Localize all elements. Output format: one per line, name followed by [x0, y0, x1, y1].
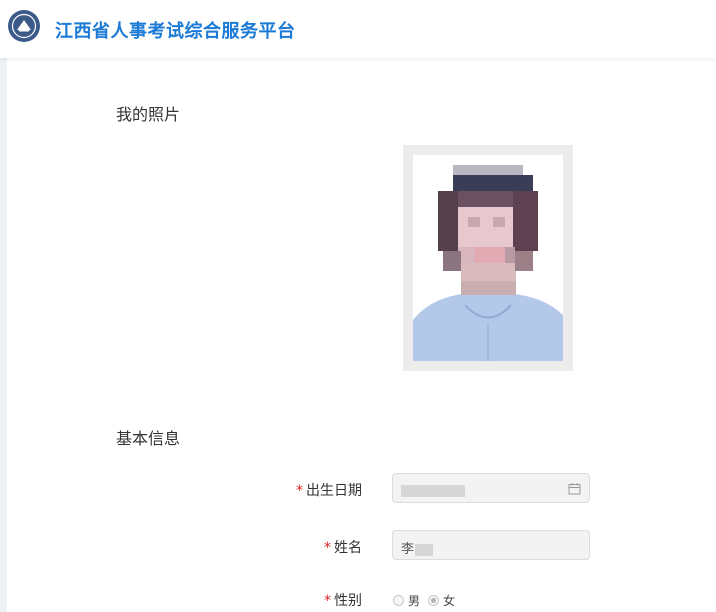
left-sidebar-strip	[0, 58, 7, 612]
gender-radio-group: 男 女	[393, 592, 463, 609]
name-value: 李	[401, 538, 434, 557]
photo-section-title: 我的照片	[116, 105, 181, 124]
basic-info-section-title: 基本信息	[116, 429, 181, 448]
redacted-block	[401, 484, 465, 497]
redacted-block	[415, 543, 434, 556]
photo-frame	[403, 145, 573, 371]
radio-circle-checked[interactable]	[428, 595, 440, 606]
gender-option-female[interactable]: 女	[428, 592, 455, 609]
name-value-text: 李	[401, 542, 415, 557]
site-title[interactable]: 江西省人事考试综合服务平台	[55, 17, 296, 43]
birth-date-label: * 出生日期	[242, 480, 362, 500]
required-mark: *	[324, 593, 331, 609]
required-mark: *	[324, 540, 331, 556]
gender-option-male-label: 男	[408, 594, 421, 608]
name-label-text: 姓名	[334, 540, 362, 556]
gender-label: * 性别	[242, 590, 362, 610]
gender-option-female-label: 女	[443, 594, 456, 608]
gender-label-text: 性别	[334, 593, 362, 609]
birth-date-value-redacted	[401, 483, 465, 498]
provincial-emblem-icon[interactable]	[8, 10, 40, 42]
radio-circle[interactable]	[393, 595, 404, 606]
top-header: 江西省人事考试综合服务平台	[0, 0, 716, 58]
birth-date-label-text: 出生日期	[306, 483, 362, 499]
name-field[interactable]: 李	[392, 530, 590, 560]
calendar-icon[interactable]	[568, 482, 581, 499]
gender-option-male[interactable]: 男	[393, 592, 420, 609]
birth-date-field[interactable]	[392, 473, 590, 503]
profile-photo	[413, 155, 563, 361]
name-label: * 姓名	[242, 537, 362, 557]
required-mark: *	[296, 483, 303, 499]
